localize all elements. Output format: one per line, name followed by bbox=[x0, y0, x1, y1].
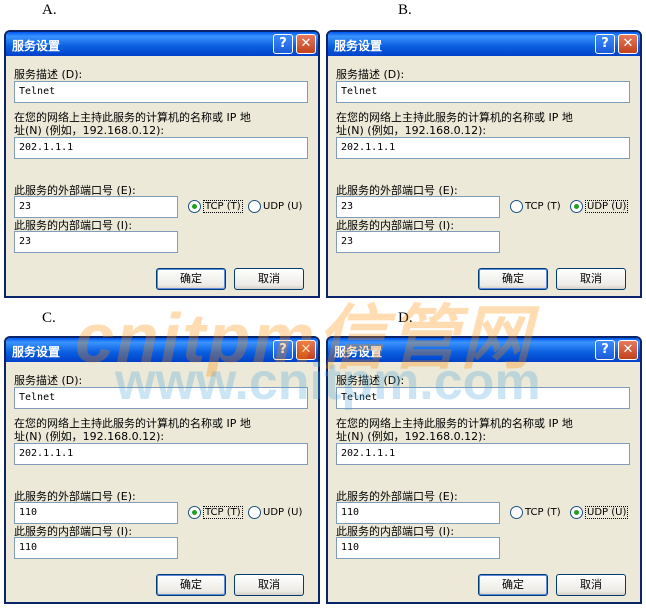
udp-radio-dot bbox=[248, 200, 261, 213]
dialog-b: 服务设置 ? ✕ 服务描述 (D): Telnet 在您的网络上主持此服务的计算… bbox=[326, 30, 642, 298]
tcp-radio-label: TCP (T) bbox=[525, 201, 561, 212]
internal-port-input[interactable]: 23 bbox=[14, 231, 178, 253]
option-letter-a: A. bbox=[42, 2, 57, 18]
host-address-input[interactable]: 202.1.1.1 bbox=[336, 443, 630, 465]
host-label-line2: 址(N) (例如，192.168.0.12): bbox=[336, 430, 487, 443]
tcp-radio-label: TCP (T) bbox=[203, 506, 243, 519]
option-letter-c: C. bbox=[42, 310, 56, 326]
tcp-radio-label: TCP (T) bbox=[525, 507, 561, 518]
dialog-title: 服务设置 bbox=[12, 345, 61, 359]
tcp-radio-dot bbox=[188, 200, 201, 213]
close-button[interactable]: ✕ bbox=[296, 34, 316, 54]
udp-radio-dot bbox=[248, 506, 261, 519]
service-description-input[interactable]: Telnet bbox=[336, 81, 630, 103]
help-button[interactable]: ? bbox=[273, 34, 293, 54]
udp-radio[interactable]: UDP (U) bbox=[570, 506, 629, 519]
option-letter-b: B. bbox=[398, 2, 412, 18]
close-button[interactable]: ✕ bbox=[618, 340, 638, 360]
udp-radio[interactable]: UDP (U) bbox=[570, 200, 629, 213]
tcp-radio-label: TCP (T) bbox=[203, 200, 243, 213]
udp-radio-label: UDP (U) bbox=[263, 507, 303, 518]
ok-button[interactable]: 确定 bbox=[478, 574, 548, 596]
host-address-input[interactable]: 202.1.1.1 bbox=[14, 443, 308, 465]
dialog-title: 服务设置 bbox=[334, 39, 383, 53]
internal-port-input[interactable]: 23 bbox=[336, 231, 500, 253]
service-description-input[interactable]: Telnet bbox=[14, 81, 308, 103]
udp-radio-label: UDP (U) bbox=[585, 506, 629, 519]
host-label-line2: 址(N) (例如，192.168.0.12): bbox=[14, 430, 165, 443]
tcp-radio[interactable]: TCP (T) bbox=[510, 506, 561, 519]
title-bar: 服务设置 ? ✕ bbox=[328, 32, 640, 56]
cancel-button[interactable]: 取消 bbox=[556, 574, 626, 596]
dialog-title: 服务设置 bbox=[12, 39, 61, 53]
tcp-radio[interactable]: TCP (T) bbox=[510, 200, 561, 213]
service-description-label: 服务描述 (D): bbox=[336, 68, 405, 81]
host-address-input[interactable]: 202.1.1.1 bbox=[14, 137, 308, 159]
tcp-radio[interactable]: TCP (T) bbox=[188, 506, 243, 519]
close-button[interactable]: ✕ bbox=[618, 34, 638, 54]
udp-radio-dot bbox=[570, 200, 583, 213]
tcp-radio-dot bbox=[510, 506, 523, 519]
tcp-radio[interactable]: TCP (T) bbox=[188, 200, 243, 213]
udp-radio[interactable]: UDP (U) bbox=[248, 506, 302, 519]
service-description-label: 服务描述 (D): bbox=[14, 68, 83, 81]
udp-radio[interactable]: UDP (U) bbox=[248, 200, 302, 213]
external-port-input[interactable]: 23 bbox=[336, 196, 500, 218]
tcp-radio-dot bbox=[510, 200, 523, 213]
watermark-url: www.cnitpm.com bbox=[115, 353, 541, 411]
host-label-line2: 址(N) (例如，192.168.0.12): bbox=[14, 124, 165, 137]
udp-radio-label: UDP (U) bbox=[585, 200, 629, 213]
cancel-button[interactable]: 取消 bbox=[234, 574, 304, 596]
internal-port-input[interactable]: 110 bbox=[14, 537, 178, 559]
udp-radio-label: UDP (U) bbox=[263, 201, 303, 212]
title-bar: 服务设置 ? ✕ bbox=[6, 32, 318, 56]
cancel-button[interactable]: 取消 bbox=[556, 268, 626, 290]
external-port-input[interactable]: 110 bbox=[336, 502, 500, 524]
help-button[interactable]: ? bbox=[595, 34, 615, 54]
service-description-label: 服务描述 (D): bbox=[14, 374, 83, 387]
host-address-input[interactable]: 202.1.1.1 bbox=[336, 137, 630, 159]
ok-button[interactable]: 确定 bbox=[156, 574, 226, 596]
internal-port-input[interactable]: 110 bbox=[336, 537, 500, 559]
external-port-input[interactable]: 110 bbox=[14, 502, 178, 524]
host-label-line2: 址(N) (例如，192.168.0.12): bbox=[336, 124, 487, 137]
external-port-input[interactable]: 23 bbox=[14, 196, 178, 218]
dialog-a: 服务设置 ? ✕ 服务描述 (D): Telnet 在您的网络上主持此服务的计算… bbox=[4, 30, 320, 298]
udp-radio-dot bbox=[570, 506, 583, 519]
help-button[interactable]: ? bbox=[595, 340, 615, 360]
tcp-radio-dot bbox=[188, 506, 201, 519]
